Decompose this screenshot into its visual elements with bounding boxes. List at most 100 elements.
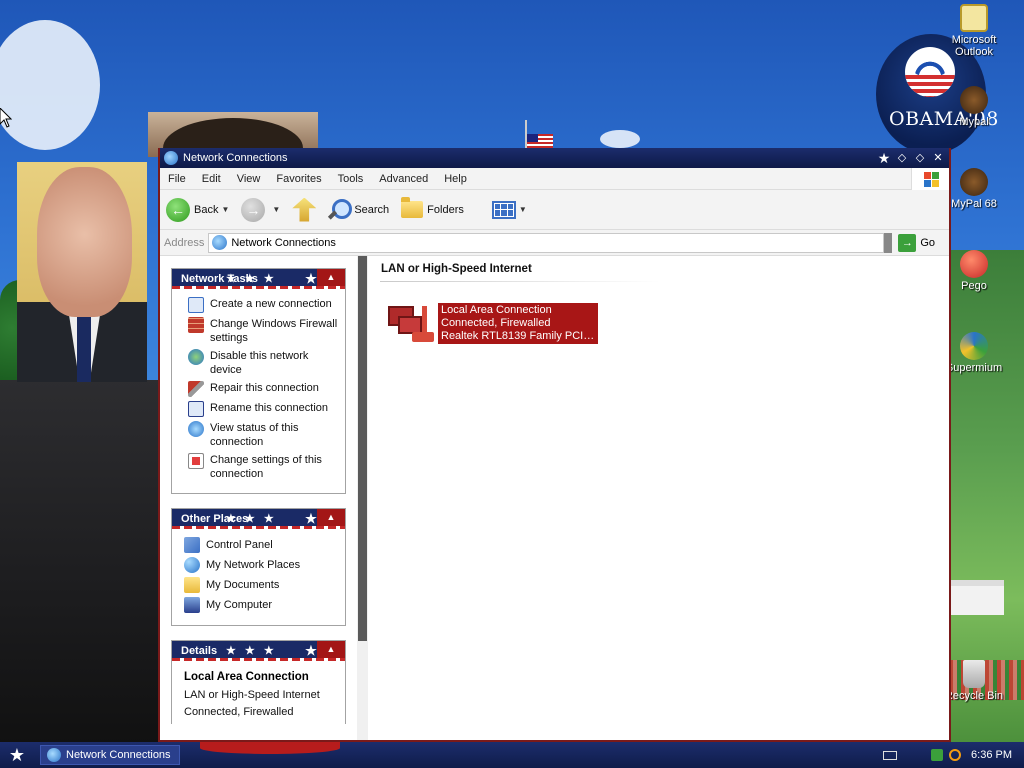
lan-connection-icon xyxy=(386,300,438,352)
menu-view[interactable]: View xyxy=(229,173,269,185)
connection-status: Connected, Firewalled xyxy=(441,317,551,329)
pane-splitter[interactable] xyxy=(357,256,368,740)
network-connections-icon xyxy=(47,748,61,762)
windows-logo-icon xyxy=(911,168,949,190)
search-icon xyxy=(328,198,353,221)
search-tray-icon[interactable] xyxy=(949,749,962,761)
mypal-icon xyxy=(960,86,988,114)
settings-checklist-icon xyxy=(188,453,204,469)
task-firewall-settings[interactable]: Change Windows Firewall settings xyxy=(188,317,339,345)
disable-network-icon xyxy=(188,349,204,365)
computer-icon xyxy=(184,597,200,613)
close-button[interactable]: ✕ xyxy=(930,150,946,166)
task-rename-connection[interactable]: Rename this connection xyxy=(188,401,339,417)
task-pane: Network Tasks ★ ★ ★ ★ ▲ Create a new con… xyxy=(160,256,357,740)
connection-name: Local Area Connection xyxy=(441,304,552,316)
menu-tools[interactable]: Tools xyxy=(330,173,372,185)
taskbar-decoration xyxy=(200,742,340,754)
menu-edit[interactable]: Edit xyxy=(194,173,229,185)
title-bar[interactable]: Network Connections ★ ◇ ◇ ✕ xyxy=(160,148,949,168)
mypal-icon xyxy=(960,168,988,196)
desktop-icon-label: Mypal xyxy=(959,116,989,128)
chevron-down-icon[interactable]: ▼ xyxy=(519,205,527,214)
views-icon xyxy=(491,200,516,219)
chevron-down-icon[interactable]: ▼ xyxy=(272,205,280,214)
collapse-button[interactable]: ▲ xyxy=(317,641,345,658)
go-button[interactable]: → Go xyxy=(898,233,949,252)
place-my-computer[interactable]: My Computer xyxy=(184,597,339,613)
group-header: LAN or High-Speed Internet xyxy=(381,263,532,275)
desktop-icon-label: MyPal 68 xyxy=(951,198,997,210)
clock[interactable]: 6:36 PM xyxy=(971,749,1012,761)
back-arrow-icon: ← xyxy=(166,197,190,222)
place-control-panel[interactable]: Control Panel xyxy=(184,537,339,553)
main-pane: LAN or High-Speed Internet Local Area Co… xyxy=(368,256,949,740)
folders-label: Folders xyxy=(427,203,464,216)
forward-button[interactable]: → ▼ xyxy=(241,197,280,222)
panel-header[interactable]: Network Tasks ★ ★ ★ ★ ▲ xyxy=(172,269,345,289)
desktop-icon-label: Microsoft Outlook xyxy=(951,34,997,58)
menu-file[interactable]: File xyxy=(160,173,194,185)
outlook-icon xyxy=(960,4,988,32)
task-repair-connection[interactable]: Repair this connection xyxy=(188,381,339,397)
documents-folder-icon xyxy=(184,577,200,593)
minimize-button[interactable]: ◇ xyxy=(894,150,910,166)
taskbar: ★ Network Connections 6:36 PM xyxy=(0,742,1024,768)
desktop-icon-mypal[interactable]: Mypal xyxy=(939,86,1009,128)
cloud xyxy=(600,130,640,148)
task-label: Change Windows Firewall settings xyxy=(210,318,338,344)
details-status: Connected, Firewalled xyxy=(184,706,294,718)
place-my-network-places[interactable]: My Network Places xyxy=(184,557,339,573)
search-button[interactable]: Search xyxy=(328,198,390,221)
views-button[interactable]: ▼ xyxy=(491,200,527,219)
task-change-settings[interactable]: Change settings of this connection xyxy=(188,453,339,481)
task-label: Create a new connection xyxy=(210,298,332,310)
photo-overlay xyxy=(0,380,160,745)
chevron-down-icon[interactable]: ▼ xyxy=(221,205,229,214)
panel-header[interactable]: Details ★ ★ ★ ★ ▲ xyxy=(172,641,345,661)
start-button[interactable]: ★ xyxy=(0,745,34,766)
details-type: LAN or High-Speed Internet xyxy=(184,689,320,701)
address-field[interactable]: Network Connections xyxy=(208,232,885,253)
task-label: Change settings of this connection xyxy=(210,454,322,480)
panel-header[interactable]: Other Places ★ ★ ★ ★ ▲ xyxy=(172,509,345,529)
desktop-icon-label: Recycle Bin xyxy=(944,690,1004,702)
maximize-button[interactable]: ◇ xyxy=(912,150,928,166)
menu-favorites[interactable]: Favorites xyxy=(268,173,329,185)
system-tray: 6:36 PM xyxy=(883,742,1024,768)
supermium-icon xyxy=(960,332,988,360)
network-connections-icon xyxy=(164,151,178,165)
keyboard-icon[interactable] xyxy=(883,750,898,760)
folders-button[interactable]: Folders xyxy=(401,197,464,218)
address-label: Address xyxy=(164,236,205,249)
group-divider xyxy=(380,281,660,282)
address-bar: Address Network Connections → Go xyxy=(160,230,949,256)
place-label: My Documents xyxy=(206,579,280,591)
collapse-button[interactable]: ▲ xyxy=(317,269,345,286)
address-dropdown-button[interactable] xyxy=(884,232,893,253)
task-disable-device[interactable]: Disable this network device xyxy=(188,349,339,377)
taskbar-window-button[interactable]: Network Connections xyxy=(40,745,180,765)
menu-help[interactable]: Help xyxy=(436,173,475,185)
menu-advanced[interactable]: Advanced xyxy=(371,173,436,185)
network-tray-icon[interactable] xyxy=(931,749,944,761)
task-view-status[interactable]: View status of this connection xyxy=(188,421,339,449)
desktop-icon-outlook[interactable]: Microsoft Outlook xyxy=(939,4,1009,58)
star-icon: ★ xyxy=(877,150,891,166)
task-create-connection[interactable]: Create a new connection xyxy=(188,297,339,313)
search-label: Search xyxy=(354,203,390,216)
local-area-connection-item[interactable]: Local Area Connection Connected, Firewal… xyxy=(386,300,949,352)
collapse-button[interactable]: ▲ xyxy=(317,509,345,526)
control-panel-icon xyxy=(184,537,200,553)
us-flag-icon xyxy=(527,134,553,148)
place-my-documents[interactable]: My Documents xyxy=(184,577,339,593)
task-label: Disable this network device xyxy=(210,350,309,376)
recycle-bin-icon xyxy=(963,660,985,688)
content-area: Network Tasks ★ ★ ★ ★ ▲ Create a new con… xyxy=(160,256,949,740)
back-label: Back xyxy=(194,203,219,216)
place-label: Control Panel xyxy=(206,539,273,551)
up-button[interactable] xyxy=(292,197,317,222)
back-button[interactable]: ← Back ▼ xyxy=(166,197,229,222)
portrait-photo xyxy=(17,162,147,382)
place-label: My Computer xyxy=(206,599,273,611)
